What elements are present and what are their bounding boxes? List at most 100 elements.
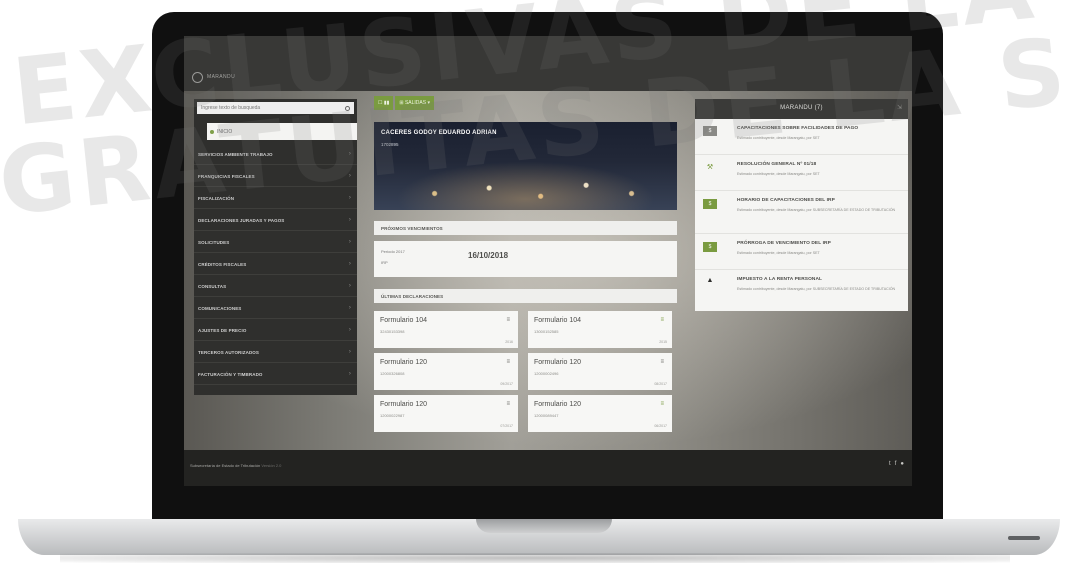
sidebar-item-creditos[interactable]: CRÉDITOS FISCALES ›: [194, 254, 357, 275]
sidebar-item-label: SERVICIOS AMBIENTE TRABAJO: [198, 151, 273, 157]
search-input[interactable]: Ingrese texto de busqueda: [197, 102, 354, 114]
footer-org: Subsecretaría de Estado de Tributación: [190, 463, 261, 468]
sidebar-item-label: COMUNICACIONES: [198, 305, 242, 311]
form-title: Formulario 120: [380, 401, 428, 408]
form-period: 08/2017: [654, 382, 667, 386]
form-period: 2016: [505, 340, 513, 344]
sidebar-item-solicitudes[interactable]: SOLICITUDES ›: [194, 232, 357, 253]
warning-icon: ▲: [706, 277, 714, 284]
form-title: Formulario 120: [380, 359, 428, 366]
form-period: 2015: [659, 340, 667, 344]
form-number: 12000089447: [534, 413, 559, 418]
logo-text: MARANDU: [207, 74, 236, 80]
notification-item[interactable]: ⚒ RESOLUCIÓN GENERAL Nº 01/18 Estimado c…: [695, 155, 908, 191]
chevron-right-icon: ›: [348, 195, 351, 201]
notification-desc: Estimado contribuyente, desde Marangatu,…: [737, 208, 896, 212]
twitter-icon[interactable]: t: [889, 461, 891, 467]
expand-icon[interactable]: ⇲: [897, 104, 902, 111]
vencimiento-item[interactable]: Periodo 2017 IRP 16/10/2018: [374, 241, 677, 277]
tab-salidas-dropdown[interactable]: ⊞ SALIDAS ▾: [395, 96, 434, 110]
sidebar-item-label: TERCEROS AUTORIZADOS: [198, 349, 260, 355]
notification-item[interactable]: $ PRÓRROGA DE VENCIMIENTO DEL IRP Estima…: [695, 234, 908, 270]
profile-ruc: 1702895: [381, 142, 399, 147]
money-icon: $: [703, 199, 717, 209]
declaraciones-title: ÚLTIMAS DECLARACIONES: [381, 293, 444, 299]
form-period: 09/2017: [500, 382, 513, 386]
chevron-right-icon: ›: [348, 349, 351, 355]
facebook-icon[interactable]: f: [895, 461, 897, 467]
tab-view-toggle[interactable]: ☐ ▮▮: [374, 96, 394, 110]
sidebar-item-ajustes[interactable]: AJUSTES DE PRECIO ›: [194, 320, 357, 341]
notification-desc: Estimado contribuyente, desde Marangatu,…: [737, 172, 820, 176]
notification-title: PRÓRROGA DE VENCIMIENTO DEL IRP: [737, 241, 831, 246]
form-number: 32430153398: [380, 329, 405, 334]
form-title: Formulario 120: [534, 359, 582, 366]
notification-item[interactable]: ▲ IMPUESTO A LA RENTA PERSONAL Estimado …: [695, 270, 908, 311]
declaration-card[interactable]: Formulario 120 ≡ 12000326808 09/2017: [374, 353, 518, 390]
vencimiento-tax: IRP: [381, 260, 388, 265]
sidebar-item-home[interactable]: INICIO: [207, 123, 357, 140]
form-number: 13000152585: [534, 329, 559, 334]
declaration-card[interactable]: Formulario 104 ≡ 32430153398 2016: [374, 311, 518, 348]
download-icon[interactable]: ≡: [506, 317, 510, 323]
search-icon[interactable]: [345, 105, 350, 111]
laptop-base: [18, 519, 1060, 555]
notification-title: IMPUESTO A LA RENTA PERSONAL: [737, 277, 823, 282]
app-logo[interactable]: MARANDU: [192, 70, 235, 84]
sidebar-item-label: CONSULTAS: [198, 283, 227, 289]
user-icon[interactable]: ●: [900, 461, 904, 467]
toolbar-tabs: ☐ ▮▮ ⊞ SALIDAS ▾: [374, 96, 434, 110]
gavel-icon: ⚒: [706, 164, 714, 171]
declaration-card[interactable]: Formulario 104 ≡ 13000152585 2015: [528, 311, 672, 348]
notification-title: HORARIO DE CAPACITACIONES DEL IRP: [737, 198, 835, 203]
sidebar-item-consultas[interactable]: CONSULTAS ›: [194, 276, 357, 297]
sidebar-item-label: FISCALIZACIÓN: [198, 195, 235, 201]
notification-item[interactable]: $ CAPACITACIONES SOBRE FACILIDADES DE PA…: [695, 119, 908, 155]
sidebar-item-label: FRANQUICIAS FISCALES: [198, 173, 255, 179]
chevron-right-icon: ›: [348, 327, 351, 333]
sidebar-item-servicios[interactable]: SERVICIOS AMBIENTE TRABAJO ›: [194, 144, 357, 165]
form-period: 06/2017: [654, 424, 667, 428]
notifications-title: MARANDU (7): [780, 105, 823, 111]
declaration-card[interactable]: Formulario 120 ≡ 12000089447 06/2017: [528, 395, 672, 432]
sidebar-item-facturacion[interactable]: FACTURACIÓN Y TIMBRADO ›: [194, 364, 357, 385]
form-period: 07/2017: [500, 424, 513, 428]
form-title: Formulario 104: [380, 317, 428, 324]
money-icon: $: [703, 126, 717, 136]
form-number: 12000002496: [534, 371, 559, 376]
vencimiento-period: Periodo 2017: [381, 249, 405, 254]
declaration-card[interactable]: Formulario 120 ≡ 12000002496 08/2017: [528, 353, 672, 390]
profile-banner: CACERES GODOY EDUARDO ADRIAN 1702895: [374, 122, 677, 210]
sidebar-item-terceros[interactable]: TERCEROS AUTORIZADOS ›: [194, 342, 357, 363]
chevron-right-icon: ›: [348, 217, 351, 223]
footer-text: Subsecretaría de Estado de Tributación V…: [190, 463, 281, 468]
sidebar-item-label: CRÉDITOS FISCALES: [198, 261, 247, 267]
download-icon[interactable]: ≡: [506, 401, 510, 407]
sidebar-item-franquicias[interactable]: FRANQUICIAS FISCALES ›: [194, 166, 357, 187]
notification-desc: Estimado contribuyente, desde Marangatu,…: [737, 136, 820, 140]
declaration-card[interactable]: Formulario 120 ≡ 12000022987 07/2017: [374, 395, 518, 432]
notification-item[interactable]: $ HORARIO DE CAPACITACIONES DEL IRP Esti…: [695, 191, 908, 234]
download-icon[interactable]: ≡: [660, 401, 664, 407]
download-icon[interactable]: ≡: [660, 317, 664, 323]
notifications-header: MARANDU (7) ⇲: [695, 99, 908, 119]
form-title: Formulario 120: [534, 401, 582, 408]
chevron-right-icon: ›: [348, 239, 351, 245]
profile-name: CACERES GODOY EDUARDO ADRIAN: [381, 130, 497, 136]
sidebar: Ingrese texto de busqueda INICIO SERVICI…: [194, 99, 357, 395]
sidebar-item-declaraciones[interactable]: DECLARACIONES JURADAS Y PAGOS ›: [194, 210, 357, 231]
tab-label: ⊞ SALIDAS ▾: [399, 100, 430, 106]
sidebar-item-comunicaciones[interactable]: COMUNICACIONES ›: [194, 298, 357, 319]
vencimiento-date: 16/10/2018: [468, 251, 509, 260]
download-icon[interactable]: ≡: [660, 359, 664, 365]
footer-version: Versión 2.0: [261, 463, 282, 468]
notification-desc: Estimado contribuyente, desde Marangatu,…: [737, 251, 820, 255]
form-number: 12000326808: [380, 371, 405, 376]
laptop-shadow: [60, 553, 1010, 563]
sidebar-item-fiscalizacion[interactable]: FISCALIZACIÓN ›: [194, 188, 357, 209]
chevron-right-icon: ›: [348, 371, 351, 377]
notification-desc: Estimado contribuyente, desde Marangatu,…: [737, 287, 896, 291]
sidebar-item-label: FACTURACIÓN Y TIMBRADO: [198, 371, 263, 377]
download-icon[interactable]: ≡: [506, 359, 510, 365]
notification-title: RESOLUCIÓN GENERAL Nº 01/18: [737, 162, 817, 167]
